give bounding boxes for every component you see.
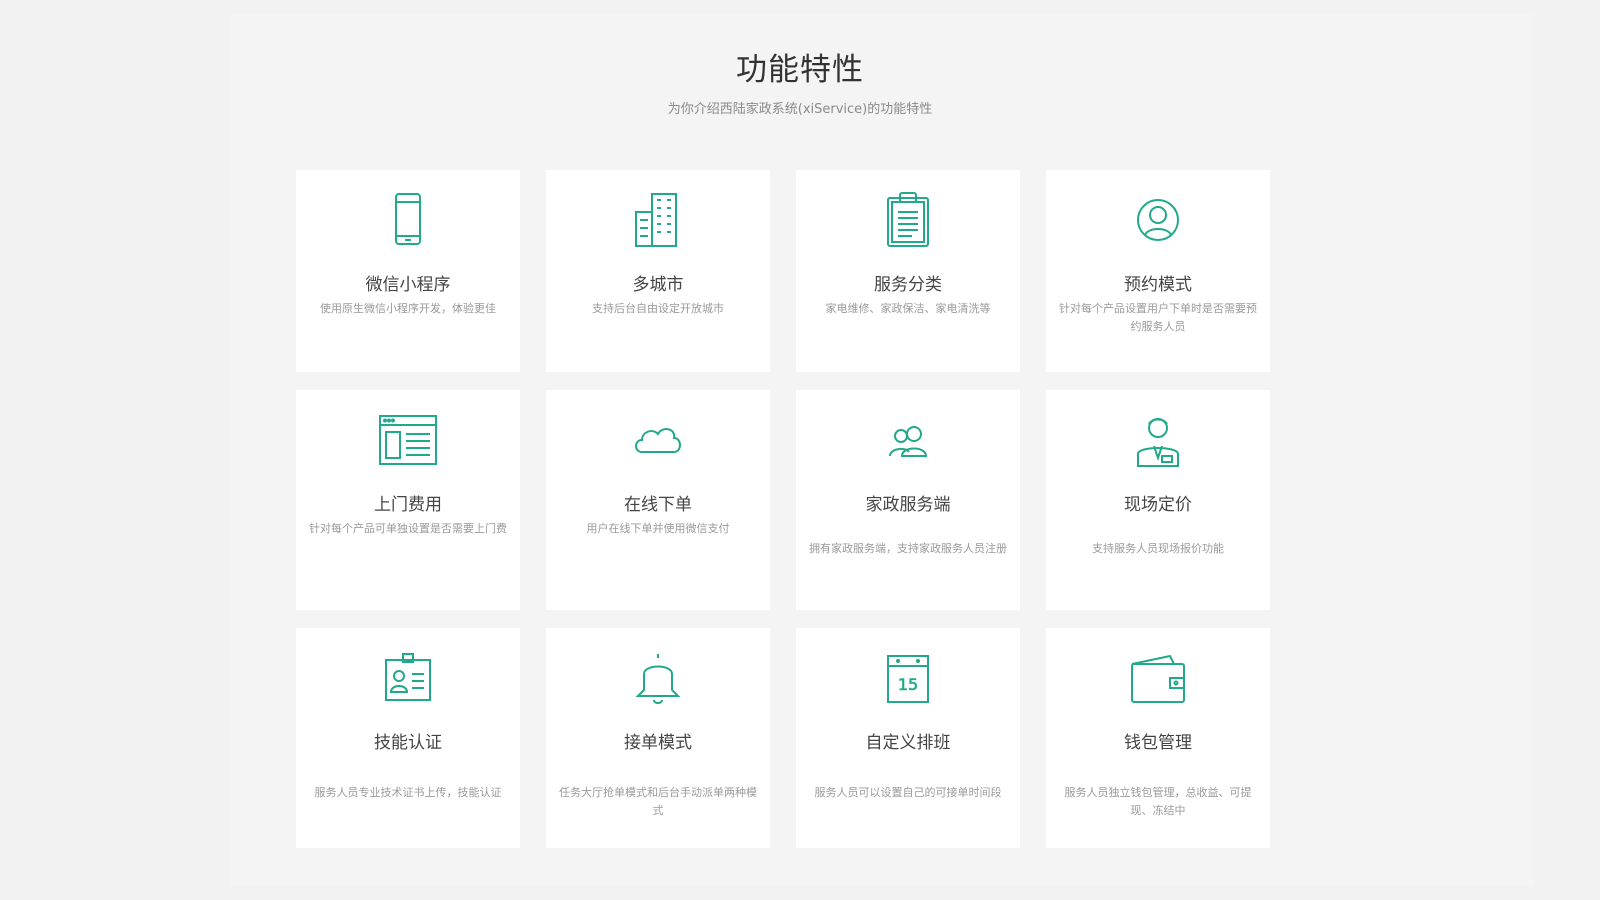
- feature-description: 支持服务人员现场报价功能: [1092, 542, 1224, 555]
- user-circle-icon: [1046, 190, 1270, 250]
- feature-title: 多城市: [632, 275, 684, 295]
- feature-card-multi-city[interactable]: 多城市 支持后台自由设定开放城市: [546, 170, 770, 372]
- feature-title: 预约模式: [1124, 275, 1192, 295]
- bell-icon: [546, 648, 770, 708]
- feature-title: 微信小程序: [365, 275, 451, 295]
- wallet-icon: [1046, 648, 1270, 708]
- feature-card-wallet-management[interactable]: 钱包管理 服务人员独立钱包管理，总收益、可提现、冻结中: [1046, 628, 1270, 848]
- section-title: 功能特性: [736, 52, 864, 88]
- cloud-icon: [546, 410, 770, 470]
- staff-person-icon: [1046, 410, 1270, 470]
- feature-card-onsite-pricing[interactable]: 现场定价 支持服务人员现场报价功能: [1046, 390, 1270, 610]
- feature-description: 使用原生微信小程序开发，体验更佳: [320, 302, 496, 315]
- id-card-icon: [296, 648, 520, 708]
- users-icon: [796, 410, 1020, 470]
- feature-description: 服务人员可以设置自己的可接单时间段: [814, 786, 1002, 799]
- feature-description: 针对每个产品可单独设置是否需要上门费: [309, 522, 507, 535]
- clipboard-icon: [796, 190, 1020, 250]
- feature-title: 在线下单: [624, 495, 692, 515]
- feature-card-housekeeping-client[interactable]: 家政服务端 拥有家政服务端，支持家政服务人员注册: [796, 390, 1020, 610]
- feature-card-visit-fee[interactable]: 上门费用 针对每个产品可单独设置是否需要上门费: [296, 390, 520, 610]
- feature-card-order-taking-mode[interactable]: 接单模式 任务大厅抢单模式和后台手动派单两种模式: [546, 628, 770, 848]
- building-icon: [546, 190, 770, 250]
- feature-card-appointment-mode[interactable]: 预约模式 针对每个产品设置用户下单时是否需要预约服务人员: [1046, 170, 1270, 372]
- feature-title: 服务分类: [874, 275, 942, 295]
- feature-title: 接单模式: [624, 733, 692, 753]
- feature-card-online-order[interactable]: 在线下单 用户在线下单并使用微信支付: [546, 390, 770, 610]
- feature-description: 用户在线下单并使用微信支付: [586, 522, 730, 535]
- feature-description: 针对每个产品设置用户下单时是否需要预约服务人员: [1059, 302, 1257, 333]
- feature-description: 拥有家政服务端，支持家政服务人员注册: [809, 542, 1007, 555]
- feature-title: 上门费用: [374, 495, 442, 515]
- smartphone-icon: [296, 190, 520, 250]
- feature-title: 家政服务端: [865, 495, 951, 515]
- calendar-day: 15: [898, 675, 918, 694]
- feature-title: 技能认证: [374, 733, 442, 753]
- feature-description: 服务人员独立钱包管理，总收益、可提现、冻结中: [1064, 786, 1252, 817]
- calendar-icon: 15: [796, 648, 1020, 708]
- browser-window-icon: [296, 410, 520, 470]
- section-subtitle: 为你介绍西陆家政系统(xiService)的功能特性: [667, 102, 933, 117]
- feature-title: 现场定价: [1124, 495, 1192, 515]
- feature-card-wechat-miniprogram[interactable]: 微信小程序 使用原生微信小程序开发，体验更佳: [296, 170, 520, 372]
- feature-description: 支持后台自由设定开放城市: [592, 302, 724, 315]
- feature-description: 家电维修、家政保洁、家电清洗等: [825, 302, 991, 315]
- feature-card-skill-certification[interactable]: 技能认证 服务人员专业技术证书上传，技能认证: [296, 628, 520, 848]
- feature-description: 任务大厅抢单模式和后台手动派单两种模式: [559, 786, 757, 817]
- feature-grid: 微信小程序 使用原生微信小程序开发，体验更佳 多城市 支持后台自由设定开放城市 …: [296, 170, 1272, 848]
- feature-title: 自定义排班: [865, 733, 951, 753]
- page: 功能特性 为你介绍西陆家政系统(xiService)的功能特性 微信小程序 使用…: [0, 0, 1600, 900]
- feature-card-service-category[interactable]: 服务分类 家电维修、家政保洁、家电清洗等: [796, 170, 1020, 372]
- feature-description: 服务人员专业技术证书上传，技能认证: [314, 786, 502, 799]
- feature-title: 钱包管理: [1124, 733, 1192, 753]
- feature-card-custom-schedule[interactable]: 15 自定义排班 服务人员可以设置自己的可接单时间段: [796, 628, 1020, 848]
